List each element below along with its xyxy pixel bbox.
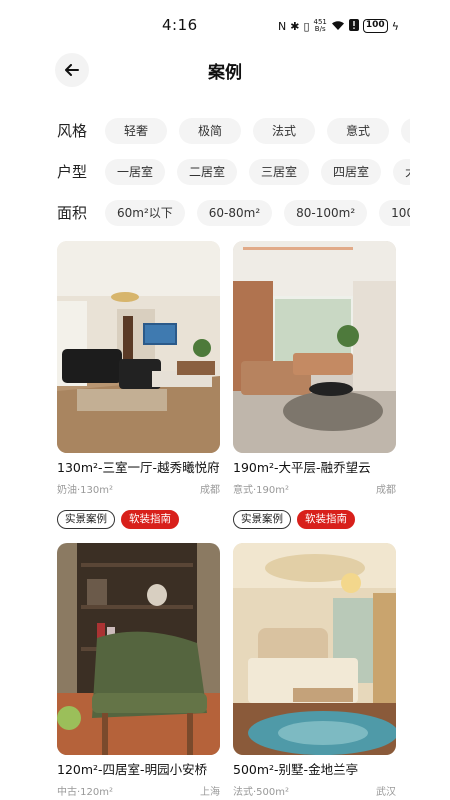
- filter-label-area: 面积: [57, 204, 88, 222]
- case-tags: 实景案例 软装指南: [57, 510, 220, 529]
- case-title: 190m²-大平层-融乔望云: [233, 460, 371, 475]
- network-speed-unit: B/s: [314, 25, 326, 33]
- style-chip-list: 轻奢 极简 法式 意式 原木: [105, 118, 410, 144]
- case-card[interactable]: 120m²-四居室-明园小安桥 中古·120m² 上海: [57, 543, 220, 798]
- chip-style-minimal[interactable]: 极简: [179, 118, 241, 144]
- chip-style-french[interactable]: 法式: [253, 118, 315, 144]
- case-title: 120m²-四居室-明园小安桥: [57, 762, 208, 777]
- network-speed: 451 B/s: [314, 19, 327, 33]
- tag-real-case[interactable]: 实景案例: [57, 510, 115, 529]
- chip-layout-2br[interactable]: 二居室: [177, 159, 238, 185]
- case-meta: 法式·500m² 武汉: [233, 783, 396, 798]
- layout-chip-list: 一居室 二居室 三居室 四居室 大: [105, 159, 410, 185]
- status-bar: 4:16 N ✱ ▯ 451 B/s 100 ϟ: [0, 0, 450, 52]
- case-city: 成都: [376, 485, 396, 496]
- nfc-icon: N: [278, 19, 287, 33]
- case-meta: 奶油·130m² 成都: [57, 481, 220, 496]
- vibrate-icon: ▯: [303, 19, 310, 33]
- case-card[interactable]: 130m²-三室一厅-越秀曦悦府 奶油·130m² 成都 实景案例 软装指南: [57, 241, 220, 529]
- chip-area-under-60[interactable]: 60m²以下: [105, 200, 185, 226]
- bluetooth-icon: ✱: [290, 19, 300, 33]
- filter-row-area: 面积 60m²以下 60-80m² 80-100m² 100-12: [57, 200, 410, 226]
- case-city: 武汉: [376, 787, 396, 798]
- chip-style-italian[interactable]: 意式: [327, 118, 389, 144]
- case-meta: 意式·190m² 成都: [233, 481, 396, 496]
- filter-label-style: 风格: [57, 122, 88, 140]
- chip-layout-large[interactable]: 大: [393, 159, 410, 185]
- alert-icon: [348, 19, 359, 33]
- tag-decor-guide[interactable]: 软装指南: [121, 510, 179, 529]
- case-photo-living-room[interactable]: [233, 241, 396, 453]
- case-card[interactable]: 500m²-别墅-金地兰亭 法式·500m² 武汉: [233, 543, 396, 798]
- tag-real-case[interactable]: 实景案例: [233, 510, 291, 529]
- case-city: 成都: [200, 485, 220, 496]
- case-city: 上海: [200, 787, 220, 798]
- chip-area-100-120[interactable]: 100-12: [379, 200, 410, 226]
- case-title: 130m²-三室一厅-越秀曦悦府: [57, 460, 220, 475]
- chip-area-80-100[interactable]: 80-100m²: [284, 200, 368, 226]
- battery-indicator: 100: [362, 19, 388, 33]
- status-time: 4:16: [162, 16, 198, 34]
- wifi-icon: [331, 20, 345, 33]
- chip-area-60-80[interactable]: 60-80m²: [196, 200, 273, 226]
- chip-layout-4br[interactable]: 四居室: [321, 159, 382, 185]
- case-photo-bedroom[interactable]: [233, 543, 396, 755]
- case-photo-armchair[interactable]: [57, 543, 220, 755]
- case-tags: 实景案例 软装指南: [233, 510, 396, 529]
- charging-icon: ϟ: [391, 19, 399, 33]
- case-style-area: 意式·190m²: [233, 485, 290, 496]
- chip-layout-3br[interactable]: 三居室: [249, 159, 310, 185]
- area-chip-list: 60m²以下 60-80m² 80-100m² 100-12: [105, 200, 410, 226]
- page-title: 案例: [208, 63, 242, 83]
- case-style-area: 中古·120m²: [57, 787, 114, 798]
- tag-decor-guide[interactable]: 软装指南: [297, 510, 355, 529]
- case-card[interactable]: 190m²-大平层-融乔望云 意式·190m² 成都 实景案例 软装指南: [233, 241, 396, 529]
- chip-style-wood[interactable]: 原木: [401, 118, 410, 144]
- case-title: 500m²-别墅-金地兰亭: [233, 762, 359, 777]
- filter-row-layout: 户型 一居室 二居室 三居室 四居室 大: [57, 159, 410, 185]
- case-style-area: 法式·500m²: [233, 787, 290, 798]
- case-meta: 中古·120m² 上海: [57, 783, 220, 798]
- case-style-area: 奶油·130m²: [57, 485, 114, 496]
- chip-layout-1br[interactable]: 一居室: [105, 159, 166, 185]
- filter-row-style: 风格 轻奢 极简 法式 意式 原木: [57, 118, 410, 144]
- chip-style-light-luxury[interactable]: 轻奢: [105, 118, 167, 144]
- case-photo-living-room[interactable]: [57, 241, 220, 453]
- status-icons: N ✱ ▯ 451 B/s 100 ϟ: [278, 15, 399, 37]
- filter-label-layout: 户型: [57, 163, 88, 181]
